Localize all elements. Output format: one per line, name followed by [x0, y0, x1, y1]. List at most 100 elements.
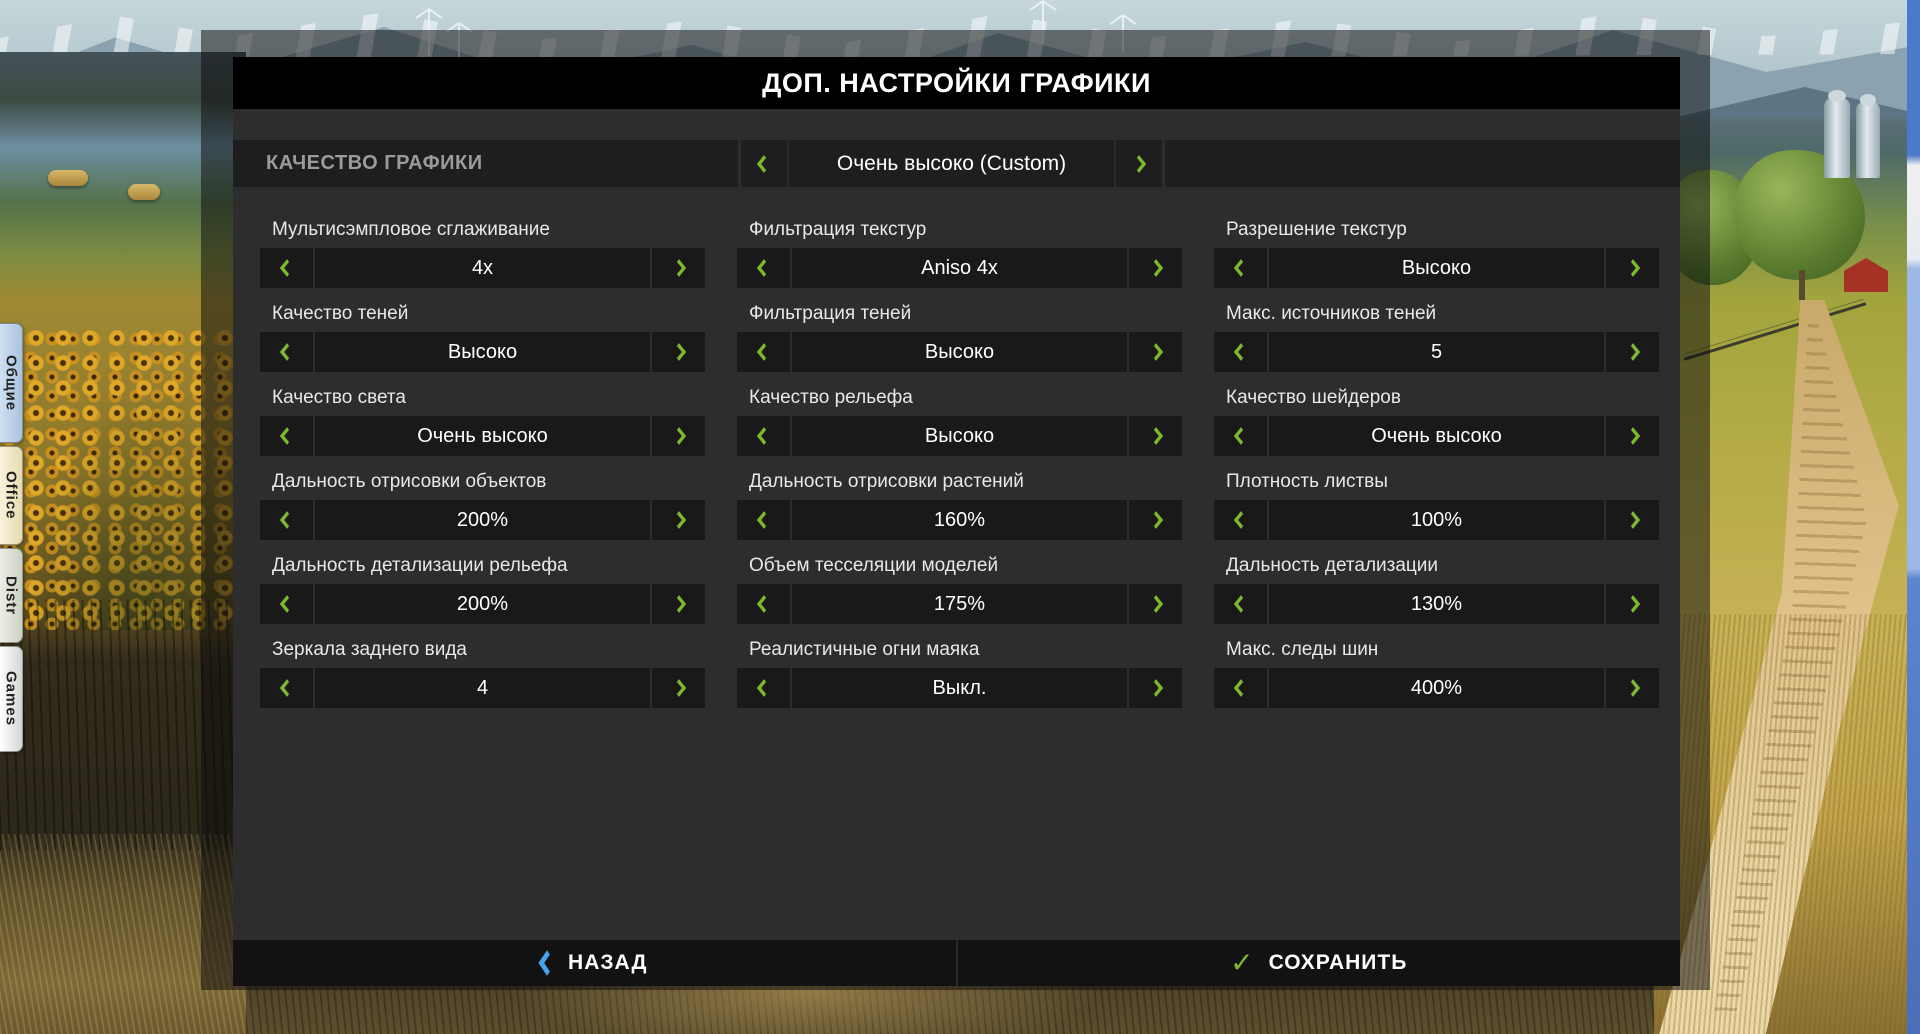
chevron-left-icon — [279, 679, 294, 697]
setting-value: Очень высоко — [417, 424, 548, 447]
setting-value: 200% — [456, 508, 509, 531]
increase-button[interactable] — [1606, 668, 1659, 708]
chevron-left-icon — [756, 154, 772, 173]
side-tab-label: Общие — [2, 354, 20, 412]
increase-button[interactable] — [652, 248, 705, 288]
setting-item: Мультисэмпловое сглаживание 4x — [260, 218, 705, 288]
setting-label: Макс. следы шин — [1226, 639, 1379, 660]
increase-button[interactable] — [1606, 332, 1659, 372]
save-button[interactable]: ✓ СОХРАНИТЬ — [958, 940, 1681, 986]
setting-selector: 175% — [737, 584, 1182, 624]
side-tab-obschie[interactable]: Общие — [0, 323, 23, 443]
increase-button[interactable] — [1129, 248, 1182, 288]
increase-button[interactable] — [1606, 584, 1659, 624]
setting-selector: 100% — [1214, 500, 1659, 540]
increase-button[interactable] — [1129, 416, 1182, 456]
decrease-button[interactable] — [260, 668, 313, 708]
chevron-right-icon — [1625, 595, 1640, 613]
quality-row-spacer — [1165, 140, 1680, 187]
side-tab-distr[interactable]: Distr — [0, 548, 23, 643]
setting-label: Дальность отрисовки объектов — [272, 471, 547, 492]
setting-item: Качество теней Высоко — [260, 302, 705, 372]
increase-button[interactable] — [1606, 248, 1659, 288]
setting-value: Высоко — [447, 340, 518, 363]
footer-bar: НАЗАД ✓ СОХРАНИТЬ — [233, 940, 1680, 986]
decrease-button[interactable] — [737, 248, 790, 288]
silo — [1824, 90, 1850, 178]
chevron-left-icon — [756, 343, 771, 361]
chevron-right-icon — [1131, 154, 1147, 173]
setting-selector: 400% — [1214, 668, 1659, 708]
increase-button[interactable] — [1129, 500, 1182, 540]
decrease-button[interactable] — [260, 416, 313, 456]
chevron-left-icon — [756, 259, 771, 277]
decrease-button[interactable] — [260, 500, 313, 540]
decrease-button[interactable] — [737, 332, 790, 372]
decrease-button[interactable] — [1214, 332, 1267, 372]
increase-button[interactable] — [1129, 332, 1182, 372]
increase-button[interactable] — [1606, 500, 1659, 540]
setting-value: Очень высоко — [1371, 424, 1502, 447]
setting-label: Дальность отрисовки растений — [749, 471, 1024, 492]
decrease-button[interactable] — [737, 416, 790, 456]
increase-button[interactable] — [652, 584, 705, 624]
chevron-right-icon — [671, 427, 686, 445]
back-button[interactable]: НАЗАД — [233, 940, 956, 986]
setting-label: Дальность детализации — [1226, 555, 1439, 576]
setting-selector: Очень высоко — [1214, 416, 1659, 456]
quality-preset-selector: Очень высоко (Custom) — [741, 140, 1162, 187]
setting-value: 4x — [471, 256, 494, 279]
setting-item: Разрешение текстур Высоко — [1214, 218, 1659, 288]
increase-button[interactable] — [652, 500, 705, 540]
setting-item: Качество шейдеров Очень высоко — [1214, 386, 1659, 456]
increase-button[interactable] — [652, 668, 705, 708]
graphics-settings-panel: ДОП. НАСТРОЙКИ ГРАФИКИ КАЧЕСТВО ГРАФИКИ … — [201, 30, 1710, 990]
increase-button[interactable] — [1129, 668, 1182, 708]
decrease-button[interactable] — [737, 668, 790, 708]
chevron-right-icon — [1625, 511, 1640, 529]
decrease-button[interactable] — [1214, 248, 1267, 288]
decrease-button[interactable] — [260, 248, 313, 288]
decrease-button[interactable] — [1214, 500, 1267, 540]
increase-button[interactable] — [1606, 416, 1659, 456]
chevron-right-icon — [1148, 595, 1163, 613]
increase-button[interactable] — [652, 332, 705, 372]
chevron-right-icon — [1148, 511, 1163, 529]
setting-value: 200% — [456, 592, 509, 615]
hay-bale — [128, 184, 160, 200]
increase-button[interactable] — [1129, 584, 1182, 624]
decrease-button[interactable] — [260, 584, 313, 624]
quality-next-button[interactable] — [1116, 140, 1162, 187]
decrease-button[interactable] — [1214, 584, 1267, 624]
setting-label: Дальность детализации рельефа — [272, 555, 568, 576]
chevron-left-icon — [1233, 511, 1248, 529]
decrease-button[interactable] — [737, 500, 790, 540]
setting-item: Объем тесселяции моделей 175% — [737, 554, 1182, 624]
chevron-left-icon — [1233, 259, 1248, 277]
decrease-button[interactable] — [737, 584, 790, 624]
quality-prev-button[interactable] — [741, 140, 787, 187]
decrease-button[interactable] — [1214, 668, 1267, 708]
setting-selector: Высоко — [737, 416, 1182, 456]
chevron-right-icon — [671, 259, 686, 277]
chevron-left-icon — [756, 595, 771, 613]
decrease-button[interactable] — [1214, 416, 1267, 456]
chevron-left-icon — [279, 259, 294, 277]
setting-value: 400% — [1410, 676, 1463, 699]
side-tab-office[interactable]: Office — [0, 446, 23, 545]
setting-item: Фильтрация теней Высоко — [737, 302, 1182, 372]
setting-item: Реалистичные огни маяка Выкл. — [737, 638, 1182, 708]
increase-button[interactable] — [652, 416, 705, 456]
tree-trunk — [1799, 270, 1805, 300]
settings-grid: Мультисэмпловое сглаживание 4x Фильтраци… — [260, 218, 1659, 708]
setting-value: 4 — [476, 676, 489, 699]
chevron-right-icon — [1148, 427, 1163, 445]
decrease-button[interactable] — [260, 332, 313, 372]
side-tab-games[interactable]: Games — [0, 646, 23, 752]
chevron-right-icon — [1625, 343, 1640, 361]
chevron-right-icon — [1625, 427, 1640, 445]
setting-item: Плотность листвы 100% — [1214, 470, 1659, 540]
background-window-edge — [1907, 0, 1920, 1034]
save-button-label: СОХРАНИТЬ — [1268, 951, 1408, 974]
setting-value: Выкл. — [932, 676, 987, 699]
